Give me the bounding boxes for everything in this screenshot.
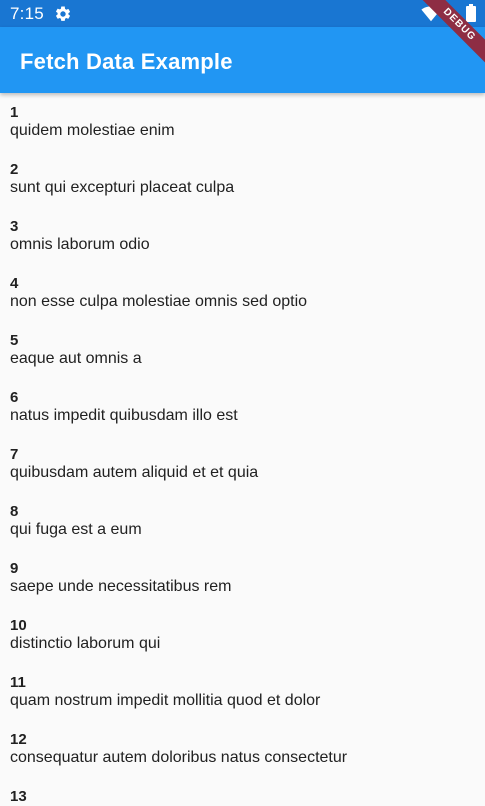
wifi-icon [421,6,441,22]
item-title: quam nostrum impedit mollitia quod et do… [10,692,321,709]
item-title: quidem molestiae enim [10,122,175,139]
list-item: 7 quibusdam autem aliquid et et quia [10,435,470,492]
list-item: 10 distinctio laborum qui [10,606,470,663]
item-id: 4 [10,275,19,292]
list-item: 8 qui fuga est a eum [10,492,470,549]
list-item: 2 sunt qui excepturi placeat culpa [10,150,470,207]
item-title: consequatur autem doloribus natus consec… [10,749,348,766]
battery-icon [466,4,476,22]
item-id: 7 [10,446,19,463]
item-title: omnis laborum odio [10,236,150,253]
list-item: 12 consequatur autem doloribus natus con… [10,720,470,777]
list-item: 13 [10,777,470,806]
item-title: quibusdam autem aliquid et et quia [10,464,259,481]
item-id: 3 [10,218,19,235]
item-id: 2 [10,161,19,178]
item-title: qui fuga est a eum [10,521,142,538]
list-item: 1 quidem molestiae enim [10,93,470,150]
item-id: 13 [10,788,27,805]
list-item: 11 quam nostrum impedit mollitia quod et… [10,663,470,720]
status-bar: 7:15 [0,0,485,27]
item-id: 5 [10,332,19,349]
item-title: distinctio laborum qui [10,635,161,652]
item-title: sunt qui excepturi placeat culpa [10,179,235,196]
item-title: saepe unde necessitatibus rem [10,578,232,595]
gear-icon [55,6,71,21]
list-item: 9 saepe unde necessitatibus rem [10,549,470,606]
list-item: 3 omnis laborum odio [10,207,470,264]
app-bar: Fetch Data Example [0,27,485,93]
app-bar-title: Fetch Data Example [20,49,233,74]
item-id: 12 [10,731,27,748]
status-time: 7:15 [10,4,44,23]
item-title: natus impedit quibusdam illo est [10,407,238,424]
album-list[interactable]: 1 quidem molestiae enim 2 sunt qui excep… [0,93,485,806]
item-id: 6 [10,389,19,406]
list-item: 4 non esse culpa molestiae omnis sed opt… [10,264,470,321]
item-title: non esse culpa molestiae omnis sed optio [10,293,308,310]
item-id: 9 [10,560,19,577]
item-id: 11 [10,674,26,691]
item-id: 10 [10,617,27,634]
item-id: 1 [10,104,19,121]
item-id: 8 [10,503,19,520]
item-title: eaque aut omnis a [10,350,142,367]
list-item: 6 natus impedit quibusdam illo est [10,378,470,435]
list-item: 5 eaque aut omnis a [10,321,470,378]
